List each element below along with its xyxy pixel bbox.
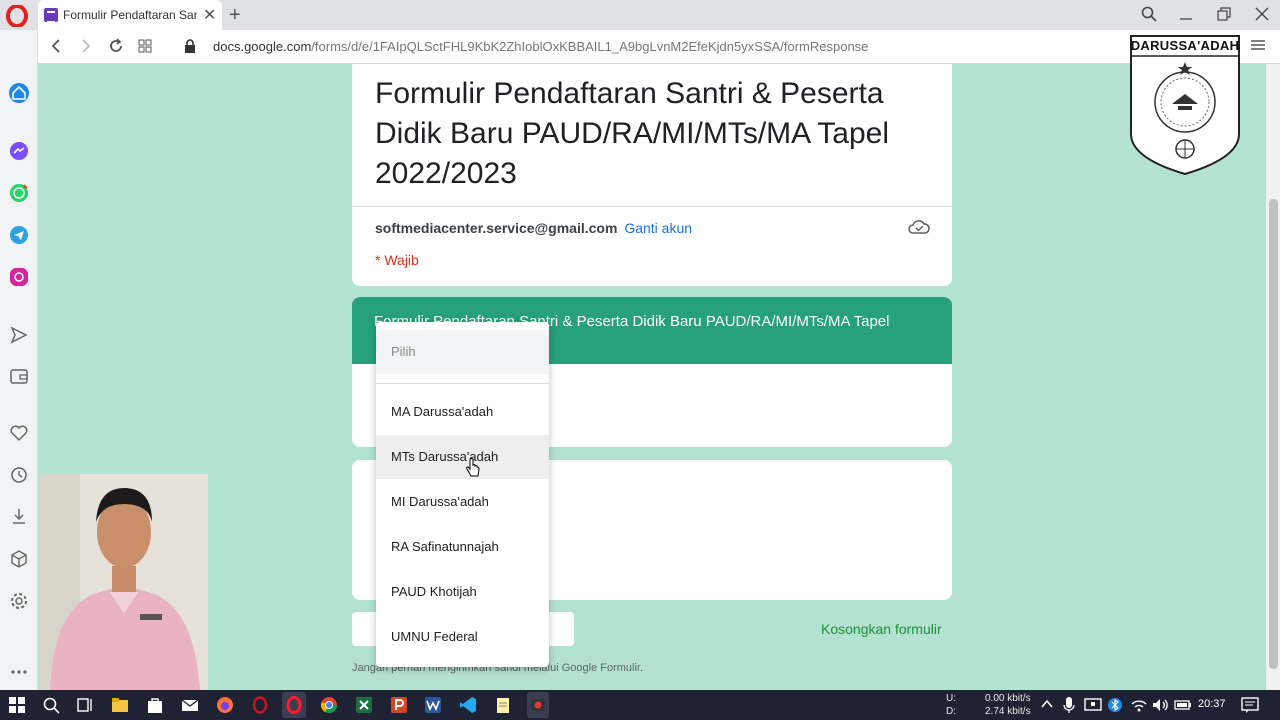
form-header-card: Formulir Pendaftaran Santri & Peserta Di… — [352, 64, 952, 286]
net-up-speed: 0.00 kbit/s — [985, 693, 1031, 704]
back-icon[interactable] — [50, 39, 62, 53]
hand-cursor-icon — [466, 458, 480, 477]
tabs-grid-icon[interactable] — [138, 39, 152, 53]
bluetooth-icon[interactable] — [1108, 696, 1122, 714]
home-icon[interactable] — [9, 83, 29, 103]
header-divider — [352, 206, 952, 207]
windows-start-icon[interactable] — [8, 696, 26, 714]
net-down-speed: 2.74 kbit/s — [985, 706, 1031, 717]
tab-title: Formulir Pendaftaran Santri — [63, 8, 197, 22]
taskbar-search-icon[interactable] — [42, 696, 60, 714]
new-tab-icon[interactable]: + — [229, 4, 241, 27]
url-path: /forms/d/e/1FAIpQLSctFHL9KbK2ZhIoblOxKBB… — [311, 39, 869, 54]
mail-icon[interactable] — [181, 696, 199, 714]
forward-icon[interactable] — [80, 39, 92, 53]
telegram-icon[interactable] — [9, 225, 29, 245]
close-window-icon[interactable] — [1255, 7, 1269, 21]
notepad-icon[interactable] — [494, 696, 512, 714]
chrome-icon[interactable] — [320, 696, 338, 714]
settings-gear-icon[interactable] — [9, 591, 29, 611]
display-icon[interactable] — [1084, 696, 1102, 714]
tab-forms[interactable]: Formulir Pendaftaran Santri ✕ — [38, 0, 222, 30]
address-bar: docs.google.com/forms/d/e/1FAIpQLSctFHL9… — [38, 30, 1280, 64]
battery-icon[interactable] — [1174, 696, 1192, 714]
history-icon[interactable] — [9, 465, 29, 485]
dropdown-option[interactable]: RA Safinatunnajah — [376, 525, 549, 569]
dropdown-option[interactable]: PAUD Khotijah — [376, 570, 549, 614]
account-email: softmediacenter.service@gmail.com — [375, 220, 618, 236]
powerpoint-icon[interactable] — [390, 696, 408, 714]
task-view-icon[interactable] — [76, 696, 94, 714]
webcam-presenter — [40, 474, 208, 690]
excel-icon[interactable] — [355, 696, 373, 714]
cloud-saved-icon — [908, 220, 930, 234]
extensions-cube-icon[interactable] — [9, 549, 29, 569]
dropdown-option[interactable]: MA Darussa'adah — [376, 390, 549, 434]
instagram-icon[interactable] — [9, 267, 29, 287]
dropdown-separator — [376, 383, 549, 384]
url-domain: docs.google.com — [213, 39, 312, 54]
flow-send-icon[interactable] — [9, 325, 29, 345]
browser-titlebar: Formulir Pendaftaran Santri ✕ + — [0, 0, 1280, 30]
wallet-icon[interactable] — [9, 366, 29, 386]
required-note: * Wajib — [375, 252, 419, 268]
dropdown-option[interactable]: MI Darussa'adah — [376, 480, 549, 524]
taskbar-clock[interactable]: 20:37 — [1198, 698, 1226, 710]
windows-taskbar: U: D: 0.00 kbit/s 2.74 kbit/s 20:37 — [0, 690, 1280, 720]
wifi-icon[interactable] — [1130, 696, 1148, 714]
microphone-icon[interactable] — [1062, 696, 1076, 714]
easy-setup-icon[interactable] — [1250, 38, 1266, 52]
whatsapp-icon[interactable] — [9, 183, 29, 203]
file-explorer-icon[interactable] — [111, 696, 129, 714]
recorder-app-icon[interactable] — [527, 692, 549, 718]
firefox-icon[interactable] — [216, 696, 234, 714]
dropdown-option[interactable]: MTs Darussa'adah — [376, 435, 549, 479]
url-field[interactable]: docs.google.com/forms/d/e/1FAIpQLSctFHL9… — [213, 39, 868, 54]
notifications-icon[interactable] — [1241, 696, 1259, 714]
net-up-label: U: — [946, 693, 956, 704]
account-line: softmediacenter.service@gmail.com Ganti … — [375, 220, 692, 236]
clear-form-link[interactable]: Kosongkan formulir — [821, 621, 942, 637]
restore-icon[interactable] — [1217, 7, 1231, 21]
switch-account-link[interactable]: Ganti akun — [624, 220, 692, 236]
dropdown-option[interactable]: UMNU Federal — [376, 615, 549, 659]
logo-text: DARUSSA'ADAH — [1130, 38, 1240, 53]
lock-icon[interactable] — [184, 39, 196, 53]
opera-sidebar — [0, 30, 38, 690]
search-icon[interactable] — [1141, 6, 1157, 22]
form-title: Formulir Pendaftaran Santri & Peserta Di… — [375, 77, 890, 190]
school-select-dropdown[interactable]: Pilih MA Darussa'adah MTs Darussa'adah M… — [376, 322, 549, 667]
messenger-icon[interactable] — [9, 141, 29, 161]
reload-icon[interactable] — [108, 38, 124, 54]
more-icon[interactable] — [9, 662, 29, 682]
opera-gx-icon[interactable] — [251, 696, 269, 714]
opera-active-icon[interactable] — [282, 692, 306, 718]
scroll-thumb[interactable] — [1269, 199, 1278, 669]
school-emblem-icon — [1130, 35, 1240, 176]
tab-close-icon[interactable]: ✕ — [203, 5, 216, 25]
heart-icon[interactable] — [9, 423, 29, 443]
net-down-label: D: — [946, 706, 956, 717]
word-icon[interactable] — [424, 696, 442, 714]
minimize-icon[interactable] — [1179, 8, 1193, 22]
opera-logo-icon[interactable] — [6, 5, 28, 27]
school-logo: DARUSSA'ADAH — [1128, 34, 1242, 176]
google-forms-icon — [44, 8, 58, 23]
volume-icon[interactable] — [1151, 696, 1169, 714]
vscode-icon[interactable] — [459, 696, 477, 714]
dropdown-placeholder[interactable]: Pilih — [376, 330, 549, 374]
store-icon[interactable] — [146, 696, 164, 714]
tray-chevron-up-icon[interactable] — [1040, 697, 1054, 711]
downloads-icon[interactable] — [9, 506, 29, 526]
page-scrollbar[interactable] — [1266, 64, 1280, 690]
presenter-video — [40, 474, 208, 690]
